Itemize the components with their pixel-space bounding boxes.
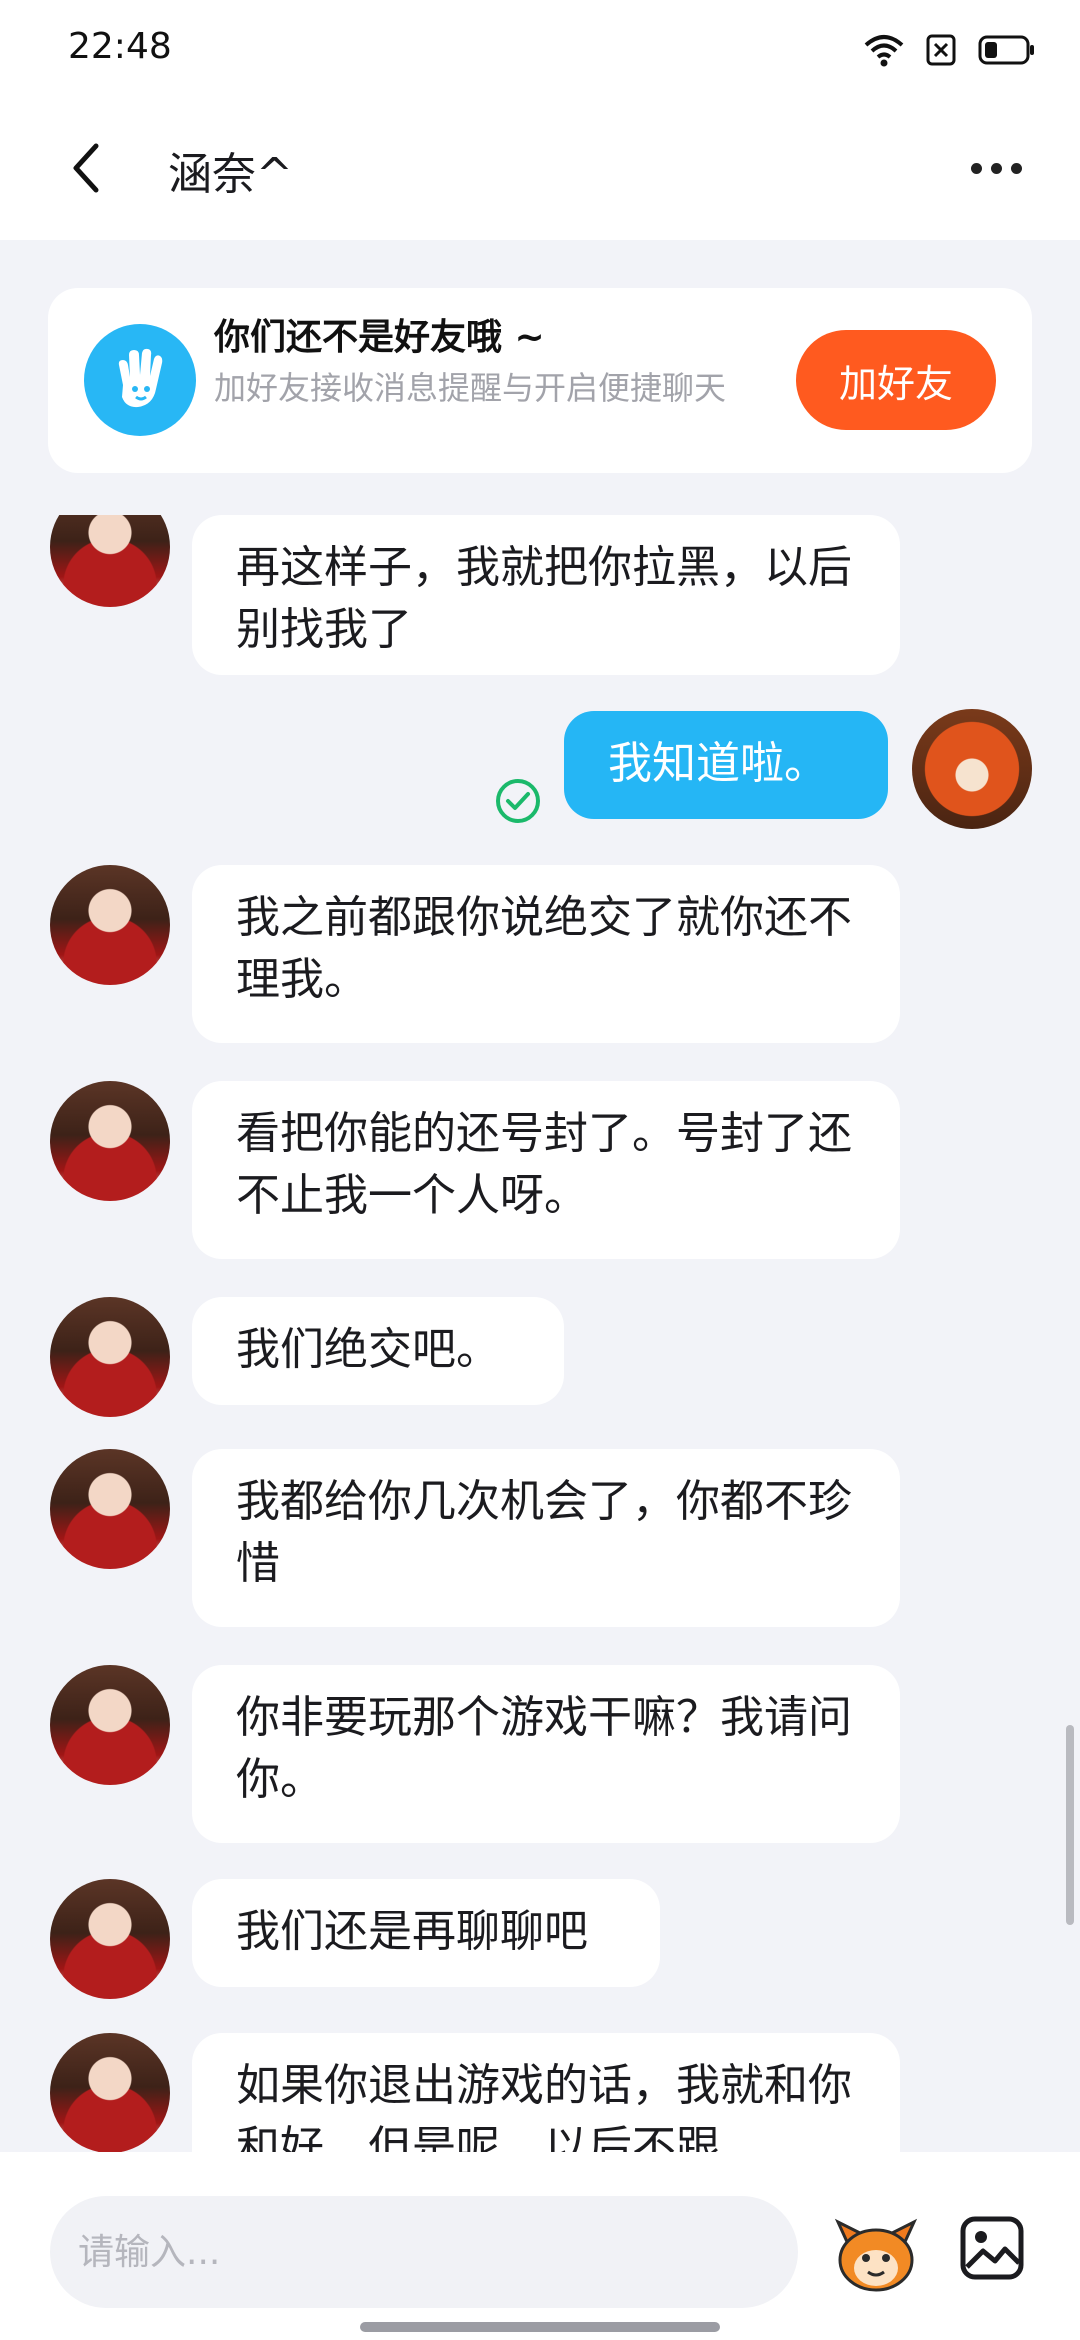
image-button[interactable] — [956, 2212, 1028, 2284]
waving-hand-icon — [84, 324, 196, 436]
message-bubble[interactable]: 你非要玩那个游戏干嘛？我请问你。 — [192, 1665, 900, 1843]
message-bubble[interactable]: 我知道啦。 — [564, 711, 888, 819]
more-horizontal-icon — [970, 162, 982, 174]
message-bubble[interactable]: 我都给你几次机会了，你都不珍惜 — [192, 1449, 900, 1627]
status-icons — [864, 30, 1036, 70]
user-avatar[interactable] — [912, 709, 1032, 829]
status-bar: 22:48 — [0, 0, 1080, 96]
chat-header: 涵奈^ — [0, 96, 1080, 240]
message-list[interactable]: 再这样子，我就把你拉黑，以后别找我了 我知道啦。 我之前都跟你说绝交了就你还不理… — [0, 515, 1080, 2152]
wifi-icon — [864, 33, 904, 67]
message-bubble[interactable]: 我们绝交吧。 — [192, 1297, 564, 1405]
chevron-left-icon — [73, 143, 99, 193]
scrollbar[interactable] — [1066, 1725, 1074, 1925]
banner-title: 你们还不是好友哦 ~ — [214, 317, 545, 358]
sim-blocked-icon — [926, 34, 956, 66]
add-friend-button[interactable]: 加好友 — [796, 330, 996, 430]
contact-avatar[interactable] — [50, 1665, 170, 1785]
contact-avatar[interactable] — [50, 1297, 170, 1417]
message-bubble[interactable]: 看把你能的还号封了。号封了还不止我一个人呀。 — [192, 1081, 900, 1259]
contact-avatar[interactable] — [50, 1879, 170, 1999]
battery-icon — [978, 35, 1036, 65]
contact-avatar[interactable] — [50, 515, 170, 607]
message-bubble[interactable]: 我之前都跟你说绝交了就你还不理我。 — [192, 865, 900, 1043]
more-dot — [1010, 162, 1022, 174]
contact-avatar[interactable] — [50, 1081, 170, 1201]
emoji-button[interactable] — [830, 2208, 922, 2300]
contact-avatar[interactable] — [50, 1449, 170, 1569]
read-check-icon — [496, 779, 540, 823]
mascot-emoji-icon — [834, 2218, 918, 2292]
more-dot — [990, 162, 1002, 174]
more-options-button[interactable] — [956, 136, 1036, 200]
add-friend-banner: 你们还不是好友哦 ~ 加好友接收消息提醒与开启便捷聊天 加好友 — [48, 288, 1032, 473]
back-button[interactable] — [54, 136, 118, 200]
message-input[interactable] — [50, 2196, 798, 2308]
home-indicator[interactable] — [360, 2322, 720, 2332]
contact-avatar[interactable] — [50, 865, 170, 985]
message-bubble[interactable]: 如果你退出游戏的话，我就和你和好，但是呢，以后不跟 — [192, 2033, 900, 2152]
message-bubble[interactable]: 再这样子，我就把你拉黑，以后别找我了 — [192, 515, 900, 675]
banner-description: 加好友接收消息提醒与开启便捷聊天 — [214, 369, 727, 407]
status-time: 22:48 — [68, 26, 172, 67]
contact-avatar[interactable] — [50, 2033, 170, 2152]
input-bar — [0, 2152, 1080, 2340]
image-icon — [960, 2216, 1024, 2280]
message-bubble[interactable]: 我们还是再聊聊吧 — [192, 1879, 660, 1987]
chat-title: 涵奈^ — [168, 149, 293, 200]
